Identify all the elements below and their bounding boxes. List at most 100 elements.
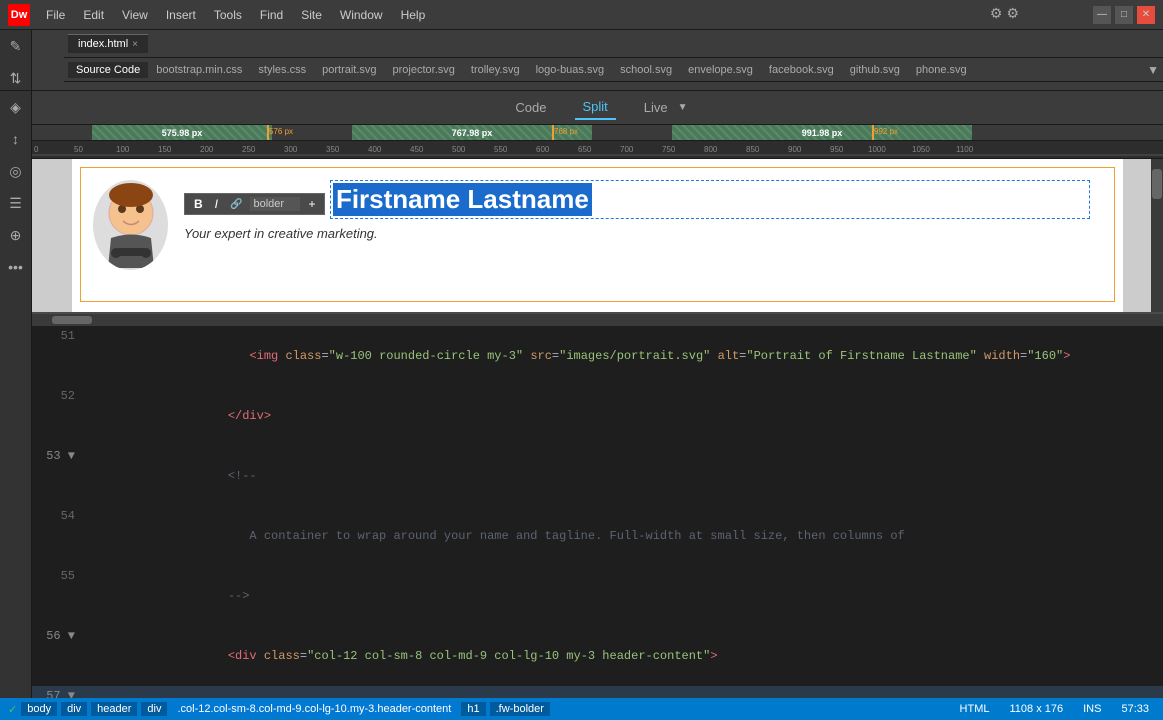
breadcrumb-h1[interactable]: h1 <box>461 702 485 716</box>
horizontal-scrollbar[interactable] <box>32 314 1163 326</box>
line-content-53[interactable]: <!-- <box>87 446 1163 506</box>
add-class-button[interactable]: + <box>304 196 319 212</box>
svg-text:550: 550 <box>494 145 508 154</box>
sidebar-icon-6[interactable]: ••• <box>2 255 30 279</box>
language-selector[interactable]: HTML <box>954 703 996 715</box>
view-bar: Code Split Live ▼ <box>32 91 1163 125</box>
svg-text:900: 900 <box>788 145 802 154</box>
svg-text:1050: 1050 <box>912 145 930 154</box>
file-tab-source-code[interactable]: Source Code <box>68 62 148 78</box>
h1-container[interactable]: Firstname Lastname <box>330 180 1090 219</box>
file-tabs: Source Code bootstrap.min.css styles.css… <box>64 58 1163 82</box>
live-view-button[interactable]: Live <box>636 96 676 119</box>
svg-text:0: 0 <box>34 145 39 154</box>
sidebar-icon-2[interactable]: ↕ <box>2 127 30 151</box>
menu-file[interactable]: File <box>38 6 73 24</box>
class-input[interactable] <box>250 197 300 211</box>
bold-button[interactable]: B <box>190 196 207 212</box>
sidebar-icon-5[interactable]: ⊕ <box>2 223 30 247</box>
file-tab-facebook[interactable]: facebook.svg <box>761 62 842 78</box>
file-tab-phone[interactable]: phone.svg <box>908 62 975 78</box>
svg-text:1100: 1100 <box>956 145 974 154</box>
link-button[interactable]: 🔗 <box>226 198 246 211</box>
line-content-54[interactable]: A container to wrap around your name and… <box>87 506 1163 566</box>
split-view-button[interactable]: Split <box>575 95 616 120</box>
breadcrumb-div2[interactable]: div <box>141 702 167 716</box>
svg-text:350: 350 <box>326 145 340 154</box>
filter-icon[interactable]: ▼ <box>1147 63 1159 77</box>
line-number-51: 51 <box>32 326 87 386</box>
menu-bar: File Edit View Insert Tools Find Site Wi… <box>38 6 433 24</box>
line-content-56[interactable]: <div class="col-12 col-sm-8 col-md-9 col… <box>87 626 1163 686</box>
sidebar-icon-files[interactable]: ⇅ <box>2 66 30 90</box>
svg-text:500: 500 <box>452 145 466 154</box>
live-dropdown-icon[interactable]: ▼ <box>678 102 688 113</box>
breadcrumb-col-class[interactable]: .col-12.col-sm-8.col-md-9.col-lg-10.my-3… <box>171 702 457 716</box>
sidebar-icon-3[interactable]: ◎ <box>2 159 30 183</box>
line-content-55[interactable]: --> <box>87 566 1163 626</box>
line-number-55: 55 <box>32 566 87 626</box>
svg-text:1000: 1000 <box>868 145 886 154</box>
title-bar: Dw File Edit View Insert Tools Find Site… <box>0 0 1163 30</box>
sidebar-icon-1[interactable]: ◈ <box>2 95 30 119</box>
breadcrumb-header[interactable]: header <box>91 702 137 716</box>
svg-text:200: 200 <box>200 145 214 154</box>
svg-text:600: 600 <box>536 145 550 154</box>
ins-mode[interactable]: INS <box>1077 703 1107 715</box>
file-tab-logo[interactable]: logo-buas.svg <box>528 62 613 78</box>
file-tab-github[interactable]: github.svg <box>842 62 908 78</box>
breadcrumb-div[interactable]: div <box>61 702 87 716</box>
file-tab-bootstrap[interactable]: bootstrap.min.css <box>148 62 250 78</box>
italic-button[interactable]: I <box>211 196 222 212</box>
minimize-button[interactable]: — <box>1093 6 1111 24</box>
bp2-value-label: 768 px <box>554 127 578 136</box>
tab-bar: index.html × <box>64 30 1163 58</box>
file-tab-styles[interactable]: styles.css <box>250 62 314 78</box>
menu-find[interactable]: Find <box>252 6 291 24</box>
breadcrumb-body[interactable]: body <box>21 702 57 716</box>
line-content-52[interactable]: </div> <box>87 386 1163 446</box>
code-view-button[interactable]: Code <box>507 96 554 119</box>
svg-text:750: 750 <box>662 145 676 154</box>
format-toolbar: B I 🔗 + <box>184 193 325 215</box>
svg-text:250: 250 <box>242 145 256 154</box>
left-sidebar: ◈ ↕ ◎ ☰ ⊕ ••• <box>0 91 32 707</box>
file-tab-school[interactable]: school.svg <box>612 62 680 78</box>
menu-help[interactable]: Help <box>393 6 434 24</box>
maximize-button[interactable]: □ <box>1115 6 1133 24</box>
settings-extra-icon[interactable]: ⚙ <box>1006 5 1019 22</box>
code-editor[interactable]: 51 <img class="w-100 rounded-circle my-3… <box>32 326 1163 707</box>
svg-text:150: 150 <box>158 145 172 154</box>
svg-text:100: 100 <box>116 145 130 154</box>
settings-icon[interactable]: ⚙ <box>990 5 1003 22</box>
avatar <box>93 180 168 270</box>
sidebar-icon-insert[interactable]: ✎ <box>2 34 30 58</box>
preview-tagline: Your expert in creative marketing. <box>184 226 378 241</box>
file-tab-envelope[interactable]: envelope.svg <box>680 62 761 78</box>
preview-container: B I 🔗 + Firstname Lastname Yo <box>80 167 1115 302</box>
svg-text:400: 400 <box>368 145 382 154</box>
menu-insert[interactable]: Insert <box>158 6 204 24</box>
breadcrumb: body div header div .col-12.col-sm-8.col… <box>21 702 550 716</box>
tab-index-html[interactable]: index.html × <box>68 34 148 53</box>
svg-text:700: 700 <box>620 145 634 154</box>
file-tab-portrait[interactable]: portrait.svg <box>314 62 384 78</box>
line-content-51[interactable]: <img class="w-100 rounded-circle my-3" s… <box>87 326 1163 386</box>
sidebar-icon-4[interactable]: ☰ <box>2 191 30 215</box>
menu-view[interactable]: View <box>114 6 156 24</box>
menu-tools[interactable]: Tools <box>206 6 250 24</box>
breakpoints-bar: 575.98 px 767.98 px 991.98 px 576 px 768… <box>32 125 1163 141</box>
preview-h1[interactable]: Firstname Lastname <box>333 183 592 216</box>
bp2-label: 767.98 px <box>452 128 493 138</box>
menu-site[interactable]: Site <box>293 6 330 24</box>
file-tab-projector[interactable]: projector.svg <box>385 62 463 78</box>
menu-edit[interactable]: Edit <box>75 6 112 24</box>
file-tab-trolley[interactable]: trolley.svg <box>463 62 528 78</box>
line-number-53: 53 ▼ <box>32 446 87 506</box>
breadcrumb-fw-bolder[interactable]: .fw-bolder <box>490 702 550 716</box>
line-number-56: 56 ▼ <box>32 626 87 686</box>
menu-window[interactable]: Window <box>332 6 391 24</box>
tab-close-icon[interactable]: × <box>132 39 138 50</box>
close-button[interactable]: ✕ <box>1137 6 1155 24</box>
settings-area: ⚙ ⚙ <box>990 5 1023 22</box>
